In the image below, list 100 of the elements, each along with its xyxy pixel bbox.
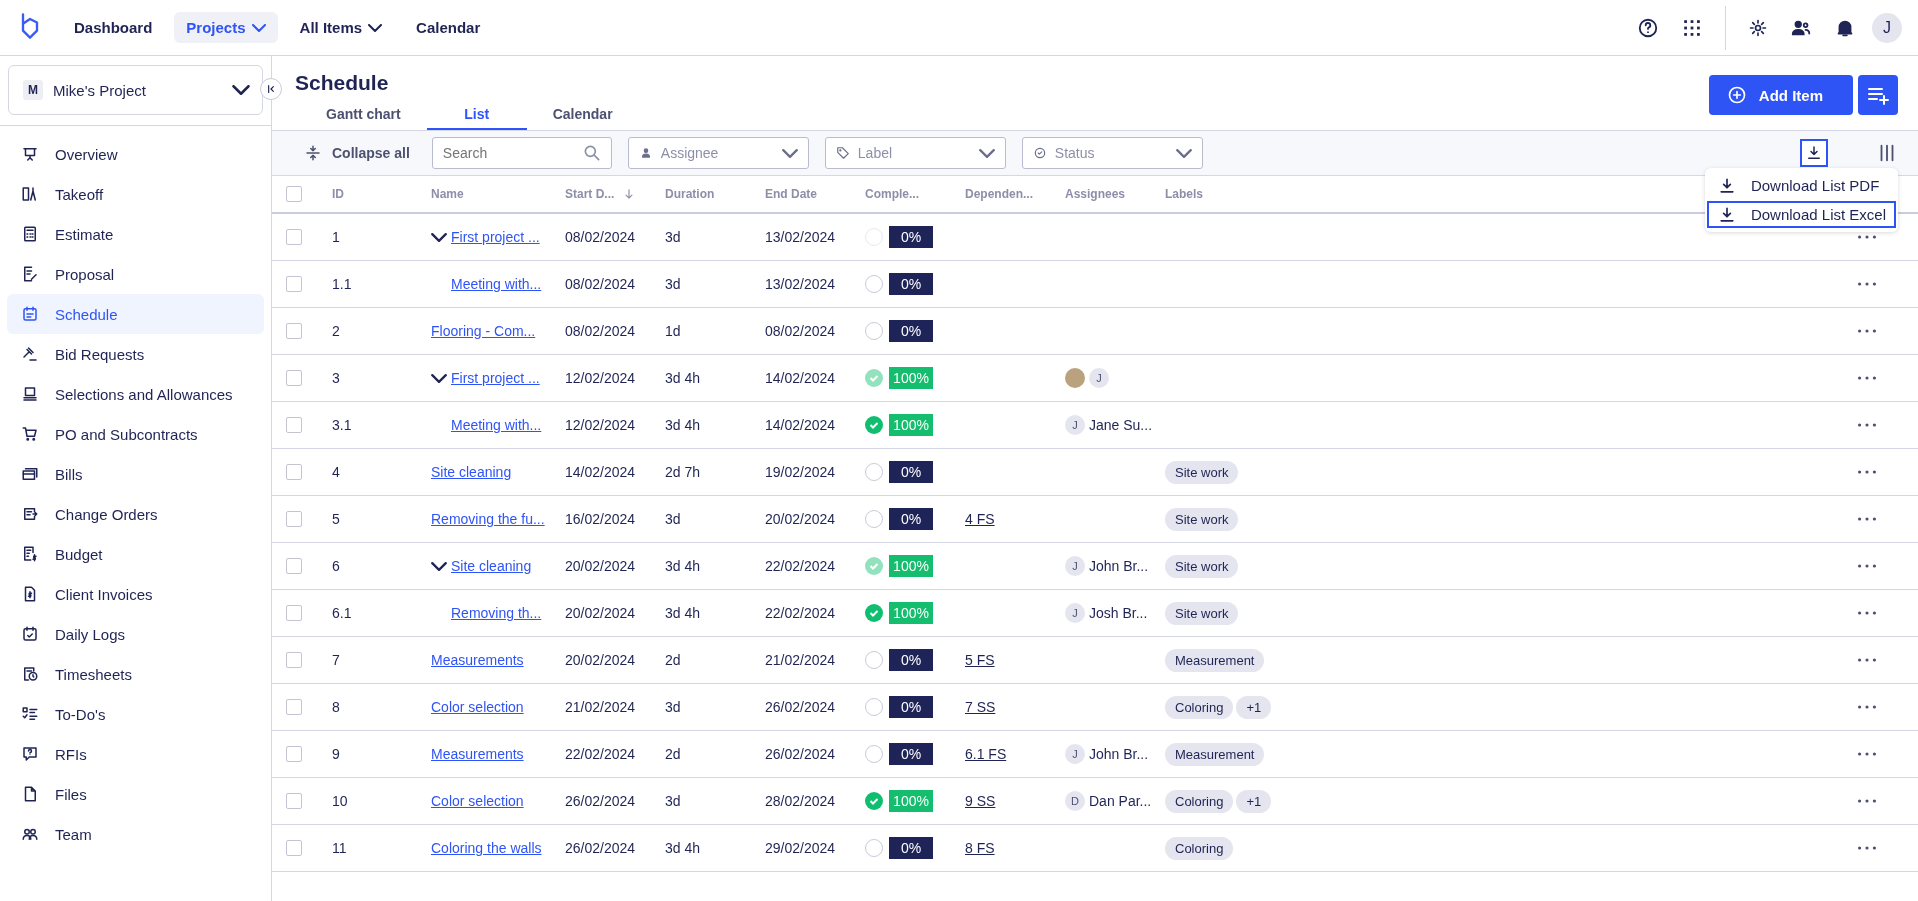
project-selector[interactable]: M Mike's Project xyxy=(8,65,263,115)
row-checkbox[interactable] xyxy=(286,699,302,715)
row-checkbox[interactable] xyxy=(286,276,302,292)
dependency-link[interactable]: 9 SS xyxy=(965,793,996,809)
row-checkbox[interactable] xyxy=(286,840,302,856)
menu-item[interactable]: Download List PDF xyxy=(1706,172,1896,199)
more-icon[interactable] xyxy=(1858,658,1876,662)
sidebar-item[interactable]: Schedule xyxy=(7,294,264,334)
row-checkbox[interactable] xyxy=(286,605,302,621)
check-circle-icon[interactable] xyxy=(865,792,883,810)
task-name-link[interactable]: First project ... xyxy=(451,370,540,386)
row-checkbox[interactable] xyxy=(286,370,302,386)
add-list-button[interactable] xyxy=(1858,75,1898,115)
dependency-link[interactable]: 8 FS xyxy=(965,840,995,856)
dependency-link[interactable]: 5 FS xyxy=(965,652,995,668)
task-name-link[interactable]: Site cleaning xyxy=(451,558,532,574)
more-icon[interactable] xyxy=(1858,376,1876,380)
end-date-cell-text: 13/02/2024 xyxy=(765,229,837,245)
add-item-button[interactable]: Add Item xyxy=(1708,75,1853,115)
dependency-link[interactable]: 7 SS xyxy=(965,699,996,715)
menu-item[interactable]: Download List Excel xyxy=(1706,201,1896,228)
row-checkbox[interactable] xyxy=(286,417,302,433)
task-name-link[interactable]: Color selection xyxy=(431,699,524,715)
view-tab[interactable]: Calendar xyxy=(526,100,639,130)
task-name-link[interactable]: Measurements xyxy=(431,652,524,668)
row-checkbox[interactable] xyxy=(286,558,302,574)
nav-tab[interactable]: Dashboard xyxy=(62,12,165,43)
more-icon[interactable] xyxy=(1858,282,1876,286)
search-field[interactable]: Search xyxy=(431,137,612,169)
settings-icon[interactable] xyxy=(1748,17,1768,38)
id-cell-text: 6 xyxy=(332,558,341,574)
nav-tab[interactable]: Projects xyxy=(174,12,278,43)
task-name-link[interactable]: Coloring the walls xyxy=(431,840,542,856)
more-icon[interactable] xyxy=(1858,846,1876,850)
percent-badge: 0% xyxy=(889,743,933,765)
duration-cell-text: 3d xyxy=(665,699,682,715)
sidebar-item[interactable]: Bid Requests xyxy=(7,334,264,374)
task-name-link[interactable]: Color selection xyxy=(431,793,524,809)
sidebar-item[interactable]: PO and Subcontracts xyxy=(7,414,264,454)
sidebar-item[interactable]: Files xyxy=(7,774,264,814)
task-name-link[interactable]: Site cleaning xyxy=(431,464,512,480)
chevron-down-icon xyxy=(431,373,447,383)
avatar: J xyxy=(1065,556,1085,576)
check-circle-icon[interactable] xyxy=(865,416,883,434)
more-icon[interactable] xyxy=(1858,517,1876,521)
task-name-link[interactable]: Flooring - Com... xyxy=(431,323,536,339)
row-checkbox[interactable] xyxy=(286,511,302,527)
task-name-link[interactable]: Meeting with... xyxy=(451,417,542,433)
row-checkbox[interactable] xyxy=(286,464,302,480)
duration-cell-text: 3d 4h xyxy=(665,840,702,856)
sidebar-item[interactable]: Takeoff xyxy=(7,174,264,214)
more-icon[interactable] xyxy=(1858,423,1876,427)
sidebar-item[interactable]: Bills xyxy=(7,454,264,494)
more-icon[interactable] xyxy=(1858,470,1876,474)
more-icon[interactable] xyxy=(1858,752,1876,756)
start-date-cell-text: 12/02/2024 xyxy=(565,417,637,433)
row-checkbox[interactable] xyxy=(286,229,302,245)
dependency-link[interactable]: 4 FS xyxy=(965,511,995,527)
check-circle-icon[interactable] xyxy=(865,369,883,387)
more-icon[interactable] xyxy=(1858,799,1876,803)
more-icon[interactable] xyxy=(1858,705,1876,709)
start-date-cell-text: 14/02/2024 xyxy=(565,464,637,480)
nav-tab[interactable]: Calendar xyxy=(404,12,493,43)
sidebar-item[interactable]: Change Orders xyxy=(7,494,264,534)
check-circle-icon[interactable] xyxy=(865,557,883,575)
collapse-sidebar-button[interactable] xyxy=(260,78,282,100)
more-icon[interactable] xyxy=(1858,329,1876,333)
sidebar-item[interactable]: RFIs xyxy=(7,734,264,774)
task-name-link[interactable]: Measurements xyxy=(431,746,524,762)
help-icon[interactable] xyxy=(1637,16,1659,39)
row-checkbox[interactable] xyxy=(286,746,302,762)
sidebar-item[interactable]: Overview xyxy=(7,134,264,174)
sidebar-item[interactable]: Team xyxy=(7,814,264,854)
more-icon[interactable] xyxy=(1858,611,1876,615)
dependency-link[interactable]: 6.1 FS xyxy=(965,746,1007,762)
task-name-link[interactable]: Meeting with... xyxy=(451,276,542,292)
view-tab[interactable]: Gantt chart xyxy=(300,100,427,130)
sidebar-item[interactable]: Estimate xyxy=(7,214,264,254)
download-button[interactable] xyxy=(1800,139,1828,167)
sidebar-item[interactable]: To-Do's xyxy=(7,694,264,734)
sidebar-item[interactable]: Selections and Allowances xyxy=(7,374,264,414)
sidebar-item[interactable]: Daily Logs xyxy=(7,614,264,654)
sidebar-item[interactable]: Budget xyxy=(7,534,264,574)
percent-badge: 100% xyxy=(889,602,933,624)
check-circle-icon[interactable] xyxy=(865,604,883,622)
more-icon[interactable] xyxy=(1858,564,1876,568)
task-name-link[interactable]: Removing th... xyxy=(451,605,542,621)
more-icon[interactable] xyxy=(1858,235,1876,239)
sidebar-item[interactable]: Client Invoices xyxy=(7,574,264,614)
row-checkbox[interactable] xyxy=(286,323,302,339)
select-all-checkbox[interactable] xyxy=(286,186,302,202)
row-checkbox[interactable] xyxy=(286,652,302,668)
task-name-link[interactable]: Removing the fu... xyxy=(431,511,545,527)
task-name-link[interactable]: First project ... xyxy=(451,229,540,245)
nav-tab[interactable]: All Items xyxy=(287,12,395,43)
row-checkbox[interactable] xyxy=(286,793,302,809)
user-avatar[interactable]: J xyxy=(1872,12,1902,43)
sidebar-item[interactable]: Proposal xyxy=(7,254,264,294)
sidebar-item[interactable]: Timesheets xyxy=(7,654,264,694)
collapse-all-button[interactable]: Collapse all xyxy=(298,143,416,163)
